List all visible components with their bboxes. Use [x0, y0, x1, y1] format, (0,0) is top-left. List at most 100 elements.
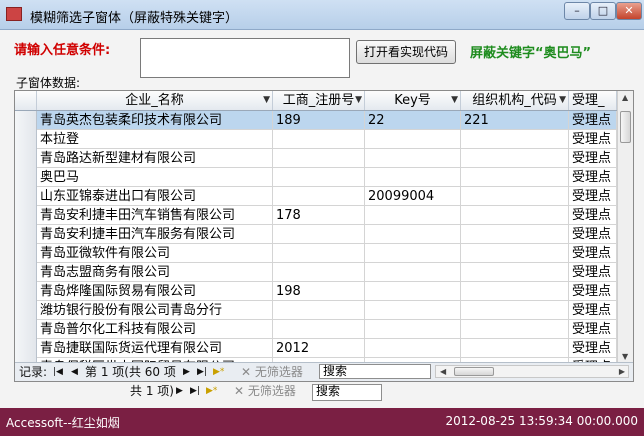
form-last-record-icon[interactable]: ▶| — [190, 383, 200, 399]
table-cell[interactable] — [273, 320, 365, 339]
table-row[interactable]: 青岛亚微软件有限公司 受理点 — [15, 244, 619, 263]
table-cell[interactable] — [365, 130, 461, 149]
column-header-company[interactable]: 企业_名称 ▼ — [37, 91, 273, 110]
horizontal-scrollbar[interactable]: ◀ ▶ — [435, 365, 629, 378]
table-row[interactable]: 青岛捷联国际货运代理有限公司 2012 受理点 — [15, 339, 619, 358]
table-cell[interactable]: 受理点 — [569, 225, 617, 244]
table-cell[interactable]: 青岛志盟商务有限公司 — [37, 263, 273, 282]
table-cell[interactable] — [273, 168, 365, 187]
table-cell[interactable]: 受理点 — [569, 111, 617, 130]
table-row[interactable]: 潍坊银行股份有限公司青岛分行 受理点 — [15, 301, 619, 320]
restore-button[interactable]: □ — [590, 2, 616, 20]
chevron-down-icon[interactable]: ▼ — [355, 91, 362, 110]
table-cell[interactable]: 受理点 — [569, 320, 617, 339]
table-cell[interactable]: 198 — [273, 282, 365, 301]
table-cell[interactable] — [365, 168, 461, 187]
table-row[interactable]: 青岛普尔化工科技有限公司 受理点 — [15, 320, 619, 339]
scroll-right-icon[interactable]: ▶ — [619, 367, 625, 376]
table-cell[interactable] — [461, 130, 569, 149]
table-row[interactable]: 青岛安利捷丰田汽车服务有限公司 受理点 — [15, 225, 619, 244]
table-cell[interactable]: 本拉登 — [37, 130, 273, 149]
search-input[interactable]: 搜索 — [319, 364, 431, 379]
table-cell[interactable] — [365, 149, 461, 168]
table-row[interactable]: 青岛烨隆国际贸易有限公司 198 受理点 — [15, 282, 619, 301]
table-cell[interactable]: 青岛亚微软件有限公司 — [37, 244, 273, 263]
table-cell[interactable] — [365, 206, 461, 225]
table-cell[interactable]: 178 — [273, 206, 365, 225]
scroll-left-icon[interactable]: ◀ — [440, 367, 446, 376]
table-cell[interactable] — [273, 187, 365, 206]
table-cell[interactable]: 受理点 — [569, 282, 617, 301]
table-cell[interactable]: 青岛路达新型建材有限公司 — [37, 149, 273, 168]
form-record-count[interactable]: 共 1 项) — [130, 383, 174, 399]
table-cell[interactable] — [461, 187, 569, 206]
table-cell[interactable] — [273, 263, 365, 282]
scroll-up-icon[interactable]: ▲ — [622, 93, 628, 102]
table-cell[interactable]: 青岛普尔化工科技有限公司 — [37, 320, 273, 339]
form-next-record-icon[interactable]: ▶ — [176, 383, 183, 399]
chevron-down-icon[interactable]: ▼ — [263, 91, 270, 110]
table-cell[interactable]: 潍坊银行股份有限公司青岛分行 — [37, 301, 273, 320]
column-header-key[interactable]: Key号 ▼ — [365, 91, 461, 110]
table-cell[interactable]: 青岛英杰包装柔印技术有限公司 — [37, 111, 273, 130]
column-header-registration[interactable]: 工商_注册号 ▼ — [273, 91, 365, 110]
table-cell[interactable]: 山东亚锦泰进出口有限公司 — [37, 187, 273, 206]
table-cell[interactable]: 受理点 — [569, 301, 617, 320]
table-cell[interactable]: 189 — [273, 111, 365, 130]
datasheet-grid[interactable]: 企业_名称 ▼ 工商_注册号 ▼ Key号 ▼ 组织机构_代码 ▼ 受理_ 青岛… — [14, 90, 634, 382]
table-cell[interactable] — [461, 244, 569, 263]
table-cell[interactable] — [273, 130, 365, 149]
table-cell[interactable] — [461, 263, 569, 282]
table-cell[interactable]: 221 — [461, 111, 569, 130]
select-all-corner[interactable] — [15, 91, 37, 110]
table-row[interactable]: 本拉登 受理点 — [15, 130, 619, 149]
table-row[interactable]: 青岛路达新型建材有限公司 受理点 — [15, 149, 619, 168]
condition-input[interactable] — [140, 38, 350, 78]
table-cell[interactable] — [461, 168, 569, 187]
chevron-down-icon[interactable]: ▼ — [559, 91, 566, 110]
table-row[interactable]: 奥巴马 受理点 — [15, 168, 619, 187]
form-new-record-icon[interactable]: ▶* — [206, 383, 217, 399]
table-cell[interactable] — [273, 244, 365, 263]
minimize-button[interactable]: – — [564, 2, 590, 20]
table-row[interactable]: 青岛安利捷丰田汽车销售有限公司 178 受理点 — [15, 206, 619, 225]
table-cell[interactable] — [273, 225, 365, 244]
form-filter-indicator[interactable]: ✕ 无筛选器 — [234, 383, 296, 399]
table-cell[interactable] — [461, 339, 569, 358]
table-cell[interactable] — [365, 301, 461, 320]
table-cell[interactable]: 受理点 — [569, 187, 617, 206]
table-cell[interactable] — [365, 244, 461, 263]
column-header-org-code[interactable]: 组织机构_代码 ▼ — [461, 91, 569, 110]
table-cell[interactable] — [365, 339, 461, 358]
table-cell[interactable]: 受理点 — [569, 263, 617, 282]
table-cell[interactable] — [273, 149, 365, 168]
table-cell[interactable] — [461, 206, 569, 225]
table-cell[interactable]: 青岛安利捷丰田汽车服务有限公司 — [37, 225, 273, 244]
table-cell[interactable]: 奥巴马 — [37, 168, 273, 187]
table-cell[interactable]: 2012 — [273, 339, 365, 358]
table-row[interactable]: 青岛英杰包装柔印技术有限公司 189 22 221 受理点 — [15, 111, 619, 130]
vertical-scrollbar[interactable]: ▲ ▼ — [617, 91, 633, 363]
table-cell[interactable]: 青岛安利捷丰田汽车销售有限公司 — [37, 206, 273, 225]
table-cell[interactable]: 青岛烨隆国际贸易有限公司 — [37, 282, 273, 301]
table-cell[interactable] — [365, 263, 461, 282]
table-cell[interactable] — [461, 225, 569, 244]
table-cell[interactable] — [461, 320, 569, 339]
table-cell[interactable]: 青岛捷联国际货运代理有限公司 — [37, 339, 273, 358]
table-cell[interactable] — [273, 301, 365, 320]
table-cell[interactable]: 受理点 — [569, 244, 617, 263]
table-cell[interactable]: 受理点 — [569, 168, 617, 187]
show-code-button[interactable]: 打开看实现代码 — [356, 40, 456, 64]
table-cell[interactable]: 20099004 — [365, 187, 461, 206]
table-cell[interactable] — [365, 282, 461, 301]
table-row[interactable]: 青岛志盟商务有限公司 受理点 — [15, 263, 619, 282]
table-cell[interactable]: 受理点 — [569, 149, 617, 168]
chevron-down-icon[interactable]: ▼ — [451, 91, 458, 110]
scroll-down-icon[interactable]: ▼ — [622, 352, 628, 361]
close-button[interactable]: ✕ — [616, 2, 642, 20]
table-cell[interactable]: 22 — [365, 111, 461, 130]
table-cell[interactable] — [461, 301, 569, 320]
table-cell[interactable]: 受理点 — [569, 206, 617, 225]
table-cell[interactable] — [365, 320, 461, 339]
table-cell[interactable] — [461, 282, 569, 301]
